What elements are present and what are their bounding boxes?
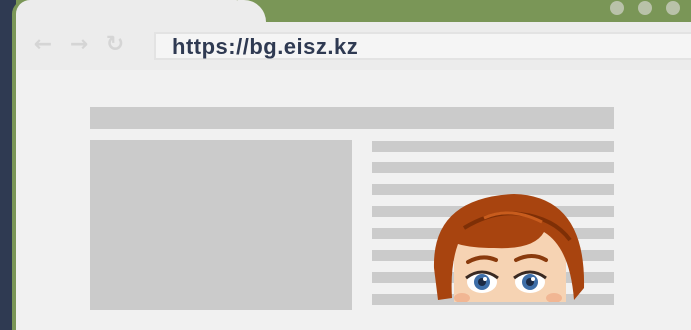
reload-icon[interactable]: ↻ (104, 34, 126, 56)
window-control-dot-3[interactable] (666, 1, 680, 15)
window-control-dot-1[interactable] (610, 1, 624, 15)
browser-toolbar: ← → ↻ https://bg.eisz.kz (16, 22, 691, 70)
address-bar[interactable]: https://bg.eisz.kz (154, 32, 691, 60)
back-arrow-icon[interactable]: ← (32, 34, 54, 56)
title-bar (16, 0, 691, 22)
browser-tab-edge (238, 0, 266, 22)
header-placeholder-bar (90, 107, 614, 129)
image-placeholder (90, 140, 352, 310)
window-control-dot-2[interactable] (638, 1, 652, 15)
red-haired-person-illustration (433, 194, 585, 302)
text-line-placeholder (372, 141, 614, 152)
url-text[interactable]: https://bg.eisz.kz (172, 34, 358, 60)
text-line-placeholder (372, 162, 614, 173)
forward-arrow-icon[interactable]: → (68, 34, 90, 56)
browser-tab[interactable] (16, 0, 246, 22)
